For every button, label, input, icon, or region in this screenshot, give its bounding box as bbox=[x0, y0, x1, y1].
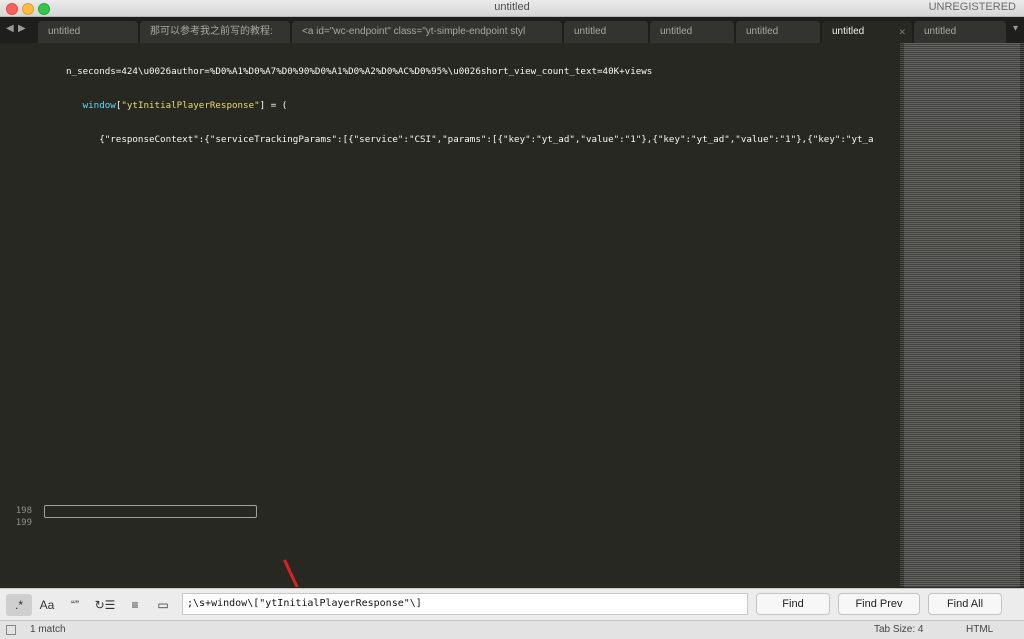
match-count: 1 match bbox=[30, 624, 66, 635]
code-lines: n_seconds=424\u0026author=%D0%A1%D0%A7%D… bbox=[66, 66, 898, 77]
code-line-199: {"responseContext":{"serviceTrackingPara… bbox=[66, 134, 898, 145]
tab-label: <a id="wc-endpoint" class="yt-simple-end… bbox=[302, 26, 526, 37]
highlight-matches-toggle[interactable]: ▭ bbox=[150, 594, 176, 616]
code-string: "ytInitialPlayerResponse" bbox=[121, 100, 260, 112]
wrap-toggle[interactable]: ↻☰ bbox=[92, 594, 118, 616]
highlight-matches-icon: ▭ bbox=[157, 598, 169, 612]
tab-next-icon[interactable]: ▶ bbox=[18, 23, 26, 34]
regex-icon: .* bbox=[14, 598, 23, 612]
registration-status: UNREGISTERED bbox=[928, 1, 1016, 13]
minimap[interactable] bbox=[900, 43, 1024, 587]
tab-untitled-3[interactable]: untitled bbox=[650, 21, 734, 43]
code-line-198: window["ytInitialPlayerResponse"] = ( bbox=[66, 100, 898, 111]
line-number: 199 bbox=[15, 518, 32, 528]
code-rest: ] = ( bbox=[259, 100, 288, 112]
tab-prev-icon[interactable]: ◀ bbox=[6, 23, 14, 34]
tab-anchor-snippet[interactable]: <a id="wc-endpoint" class="yt-simple-end… bbox=[292, 21, 562, 43]
tab-untitled-1[interactable]: untitled bbox=[38, 21, 138, 43]
tab-tutorial[interactable]: 那可以参考我之前写的教程: bbox=[140, 21, 290, 43]
tab-label: untitled bbox=[574, 26, 607, 37]
in-selection-toggle[interactable]: ≡ bbox=[122, 594, 148, 616]
case-sensitive-toggle[interactable]: Aa bbox=[34, 594, 60, 616]
find-all-button[interactable]: Find All bbox=[928, 593, 1002, 615]
find-input[interactable]: ;\s+window\["ytInitialPlayerResponse"\] bbox=[182, 593, 748, 615]
status-bar: 1 match Tab Size: 4 HTML bbox=[0, 620, 1024, 639]
code-view[interactable]: n_seconds=424\u0026author=%D0%A1%D0%A7%D… bbox=[66, 43, 898, 587]
syntax-mode[interactable]: HTML bbox=[966, 624, 993, 635]
whole-word-icon: “” bbox=[71, 598, 79, 612]
minimap-viewport[interactable] bbox=[904, 43, 1020, 587]
window-title: untitled bbox=[494, 1, 530, 13]
tab-label: untitled bbox=[48, 26, 81, 37]
code-keyword: window bbox=[82, 100, 116, 112]
find-panel: .* Aa “” ↻☰ ≡ ▭ ;\s+window\["ytInitialPl… bbox=[0, 588, 1024, 621]
tab-untitled-active[interactable]: untitled ✕ bbox=[822, 21, 912, 43]
tab-untitled-4[interactable]: untitled bbox=[736, 21, 820, 43]
find-prev-button[interactable]: Find Prev bbox=[838, 593, 920, 615]
code-line: {"responseContext":{"serviceTrackingPara… bbox=[66, 134, 874, 146]
in-selection-icon: ≡ bbox=[131, 598, 139, 612]
find-button[interactable]: Find bbox=[756, 593, 830, 615]
wrap-icon: ↻☰ bbox=[94, 598, 116, 612]
tab-bar: ◀ ▶ untitled 那可以参考我之前写的教程: <a id="wc-end… bbox=[0, 17, 1024, 43]
tab-untitled-2[interactable]: untitled bbox=[564, 21, 648, 43]
tab-overflow-icon[interactable]: ▾ bbox=[1013, 23, 1018, 34]
close-tab-icon[interactable]: ✕ bbox=[898, 21, 906, 43]
code-line: n_seconds=424\u0026author=%D0%A1%D0%A7%D… bbox=[66, 65, 653, 77]
tab-label: 那可以参考我之前写的教程: bbox=[150, 26, 273, 37]
line-number-gutter: 198 199 bbox=[0, 43, 36, 587]
editor-area[interactable]: 198 199 n_seconds=424\u0026author=%D0%A1… bbox=[0, 43, 1024, 587]
regex-toggle[interactable]: .* bbox=[6, 594, 32, 616]
title-bar: untitled UNREGISTERED bbox=[0, 0, 1024, 17]
case-sensitive-icon: Aa bbox=[39, 598, 55, 612]
tab-untitled-5[interactable]: untitled bbox=[914, 21, 1006, 43]
tab-label: untitled bbox=[746, 26, 779, 37]
whole-word-toggle[interactable]: “” bbox=[62, 594, 88, 616]
tab-label: untitled bbox=[832, 26, 865, 37]
tab-label: untitled bbox=[924, 26, 957, 37]
line-number: 198 bbox=[15, 506, 32, 516]
tab-size[interactable]: Tab Size: 4 bbox=[874, 624, 923, 635]
tab-label: untitled bbox=[660, 26, 693, 37]
panel-toggle-icon[interactable] bbox=[6, 625, 16, 635]
